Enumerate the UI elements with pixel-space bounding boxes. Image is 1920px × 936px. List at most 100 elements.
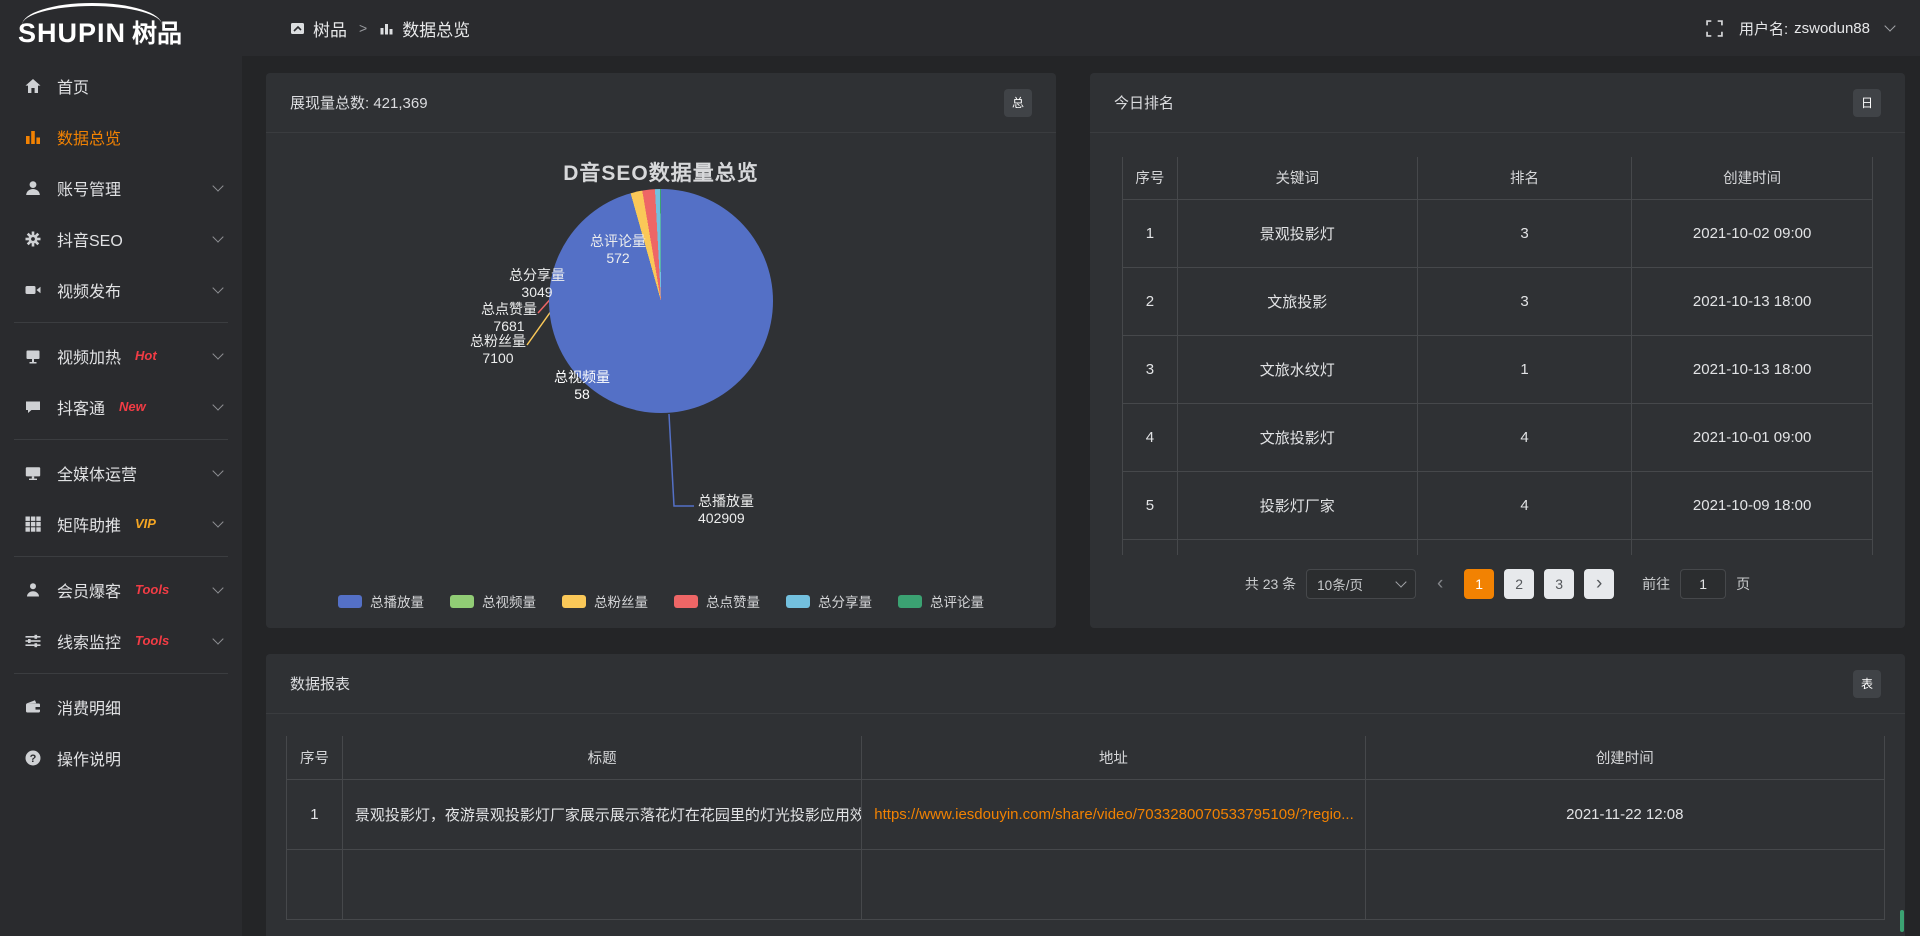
- sidebar-item-label: 抖客通: [57, 395, 105, 419]
- table-cell: [342, 849, 861, 919]
- sidebar-item-label: 全媒体运营: [57, 461, 137, 485]
- main-content: 抖音seo数据 全媒体运营数据 询盘数据 展现量总数: 421,369 总 D音…: [242, 0, 1920, 936]
- report-link[interactable]: https://www.iesdouyin.com/share/video/70…: [874, 806, 1354, 823]
- sidebar-item-chat[interactable]: 抖客通New: [0, 381, 242, 432]
- sidebar-item-video[interactable]: 视频发布: [0, 264, 242, 315]
- page-button-2[interactable]: 2: [1504, 569, 1534, 599]
- col-created: 创建时间: [1632, 157, 1873, 199]
- col-rank: 排名: [1417, 157, 1632, 199]
- username-label: 用户名:: [1739, 18, 1788, 39]
- chevron-down-icon: [212, 582, 223, 593]
- sidebar-item-label: 矩阵助推: [57, 512, 121, 536]
- chart-legend: 总播放量 总视频量 总粉丝量 总点赞量 总分享量 总评论量: [266, 591, 1056, 611]
- screen-icon: [24, 347, 42, 365]
- table-cell: 1: [1123, 199, 1178, 267]
- day-view-button[interactable]: 日: [1853, 89, 1881, 117]
- sidebar-item-member[interactable]: 会员爆客Tools: [0, 564, 242, 615]
- scrollbar-thumb[interactable]: [1900, 910, 1904, 932]
- goto-label: 前往: [1642, 574, 1670, 594]
- sidebar-item-label: 账号管理: [57, 176, 121, 200]
- ranking-header-row: 序号 关键词 排名 创建时间: [1123, 157, 1873, 199]
- page-button-3[interactable]: 3: [1544, 569, 1574, 599]
- legend-item[interactable]: 总视频量: [450, 591, 536, 611]
- pie-label-shares: 总分享量3049: [499, 267, 575, 301]
- pie-label-likes: 总点赞量7681: [471, 301, 547, 335]
- sidebar-item-label: 线索监控: [57, 629, 121, 653]
- chevron-down-icon: [212, 633, 223, 644]
- chevron-down-icon: [212, 399, 223, 410]
- wallet-icon: [24, 698, 42, 716]
- legend-item[interactable]: 总播放量: [338, 591, 424, 611]
- pie-chart-area: D音SEO数据量总览 总评论量572 总分享量3049 总点赞量7681: [266, 133, 1056, 627]
- goto-suffix: 页: [1736, 574, 1750, 594]
- table-row: 1景观投影灯，夜游景观投影灯厂家展示展示落花灯在花园里的灯光投影应用效果 #ht…: [287, 779, 1885, 849]
- legend-item[interactable]: 总粉丝量: [562, 591, 648, 611]
- header-right: 用户名: zswodun88: [1706, 18, 1894, 39]
- next-page-button[interactable]: ›: [1584, 569, 1614, 599]
- table-view-button[interactable]: 表: [1853, 670, 1881, 698]
- chevron-down-icon: [212, 516, 223, 527]
- page-button-1[interactable]: 1: [1464, 569, 1494, 599]
- table-cell: [1417, 539, 1632, 555]
- logo-text-cn: 树品: [132, 22, 182, 56]
- page-size-select[interactable]: 10条/页: [1306, 569, 1416, 599]
- sidebar-badge-tools: Tools: [135, 633, 169, 648]
- table-row: 3文旅水纹灯12021-10-13 18:00: [1123, 335, 1873, 403]
- table-cell: 2021-10-01 09:00: [1632, 403, 1873, 471]
- prev-page-button[interactable]: ‹: [1426, 569, 1454, 599]
- goto-page-input[interactable]: [1680, 569, 1726, 599]
- table-row-partial: [287, 849, 1885, 919]
- table-cell: 2021-10-13 18:00: [1632, 267, 1873, 335]
- sidebar-divider: [14, 439, 228, 440]
- fullscreen-icon[interactable]: [1706, 20, 1723, 37]
- app-crumb-icon: [290, 21, 305, 36]
- legend-swatch: [674, 595, 698, 608]
- table-cell: [1632, 539, 1873, 555]
- sidebar-item-wallet[interactable]: 消费明细: [0, 681, 242, 732]
- breadcrumb-home[interactable]: 树品: [313, 16, 347, 41]
- table-cell: [1365, 849, 1884, 919]
- chart-title: D音SEO数据量总览: [266, 157, 1056, 187]
- sidebar-item-sliders[interactable]: 线索监控 Tools: [0, 615, 242, 666]
- col-title: 标题: [342, 736, 861, 779]
- report-title: 数据报表: [290, 673, 350, 694]
- video-icon: [24, 281, 42, 299]
- report-card: 数据报表 表 序号 标题 地址 创建时间 1景观投影灯，夜游景观投影灯厂家展示展…: [266, 654, 1905, 936]
- legend-item[interactable]: 总分享量: [786, 591, 872, 611]
- chevron-down-icon[interactable]: [1884, 20, 1895, 31]
- pie-label-fans: 总粉丝量7100: [460, 333, 536, 367]
- report-time-cell: 2021-11-22 12:08: [1365, 779, 1884, 849]
- sidebar-item-home[interactable]: 首页: [0, 60, 242, 111]
- sidebar-item-help[interactable]: ?操作说明: [0, 732, 242, 783]
- table-cell: 1: [1417, 335, 1632, 403]
- col-keyword: 关键词: [1177, 157, 1417, 199]
- legend-label: 总粉丝量: [594, 591, 648, 611]
- sidebar-item-user[interactable]: 账号管理: [0, 162, 242, 213]
- table-cell: 2021-10-09 18:00: [1632, 471, 1873, 539]
- sidebar-item-grid[interactable]: 矩阵助推VIP: [0, 498, 242, 549]
- sidebar-item-gear[interactable]: 抖音SEO: [0, 213, 242, 264]
- app-logo[interactable]: SHUPIN 树品: [0, 0, 242, 56]
- legend-item[interactable]: 总评论量: [898, 591, 984, 611]
- sidebar-item-screen[interactable]: 视频加热Hot: [0, 330, 242, 381]
- sidebar-item-label: 消费明细: [57, 695, 121, 719]
- sliders-icon: [24, 632, 42, 650]
- ranking-title: 今日排名: [1114, 92, 1174, 113]
- legend-label: 总评论量: [930, 591, 984, 611]
- home-icon: [24, 77, 42, 95]
- report-url-cell: https://www.iesdouyin.com/share/video/70…: [862, 779, 1365, 849]
- table-cell: 4: [1123, 403, 1178, 471]
- table-cell: 3: [1123, 335, 1178, 403]
- table-cell: [287, 849, 343, 919]
- sidebar-item-bar-chart[interactable]: 数据总览: [0, 111, 242, 162]
- table-cell: 3: [1417, 199, 1632, 267]
- pie-label-videos: 总视频量58: [544, 369, 620, 403]
- legend-item[interactable]: 总点赞量: [674, 591, 760, 611]
- user-icon: [24, 179, 42, 197]
- username[interactable]: zswodun88: [1794, 20, 1870, 37]
- table-cell: 2021-10-13 18:00: [1632, 335, 1873, 403]
- total-view-button[interactable]: 总: [1004, 89, 1032, 117]
- pagination: 共 23 条 10条/页 ‹ 123 › 前往 页: [1090, 569, 1905, 599]
- sidebar-item-monitor[interactable]: 全媒体运营: [0, 447, 242, 498]
- sidebar-item-label: 抖音SEO: [57, 227, 123, 251]
